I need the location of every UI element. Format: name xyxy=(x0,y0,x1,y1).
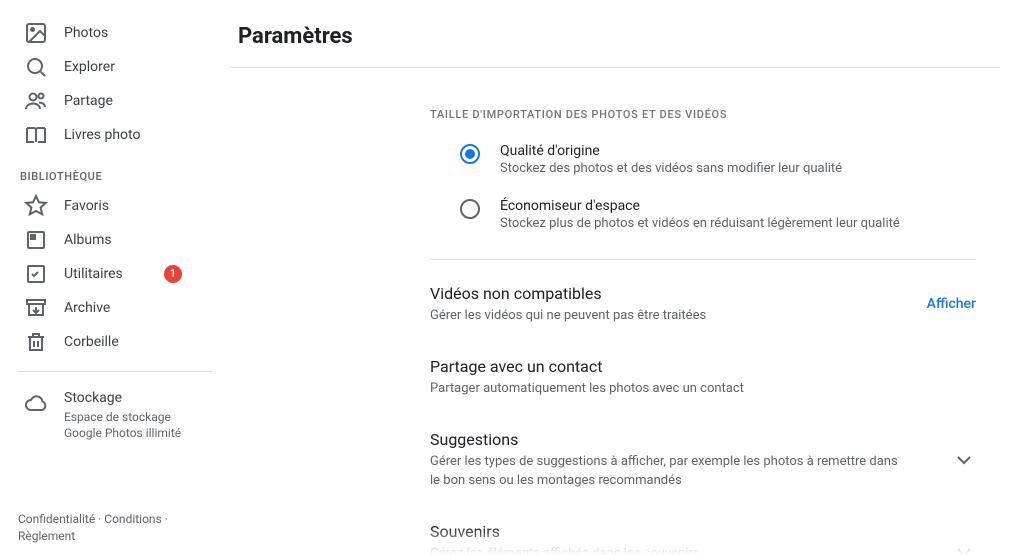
radio-original-quality[interactable]: Qualité d'origine Stockez des photos et … xyxy=(430,143,976,176)
page-title: Paramètres xyxy=(230,0,1000,68)
sidebar-item-photobooks[interactable]: Livres photo xyxy=(0,118,230,152)
storage-line1: Espace de stockage xyxy=(64,410,181,426)
cloud-icon xyxy=(24,392,48,416)
setting-title: Vidéos non compatibles xyxy=(430,284,706,303)
people-icon xyxy=(24,89,48,113)
notification-badge: 1 xyxy=(164,265,182,283)
radio-title: Économiseur d'espace xyxy=(500,198,900,214)
sidebar-item-albums[interactable]: Albums xyxy=(0,223,230,257)
sidebar-item-archive[interactable]: Archive xyxy=(0,291,230,325)
show-button[interactable]: Afficher xyxy=(927,284,976,312)
nav-label: Explorer xyxy=(64,59,115,75)
setting-title: Partage avec un contact xyxy=(430,357,744,376)
sidebar-item-favorites[interactable]: Favoris xyxy=(0,189,230,223)
sidebar-item-trash[interactable]: Corbeille xyxy=(0,325,230,359)
chevron-down-icon xyxy=(952,430,976,476)
star-icon xyxy=(24,194,48,218)
setting-suggestions[interactable]: Suggestions Gérer les types de suggestio… xyxy=(430,426,976,517)
sidebar-item-utilities[interactable]: Utilitaires 1 xyxy=(0,257,230,291)
sidebar-item-storage[interactable]: Stockage Espace de stockage Google Photo… xyxy=(0,390,230,441)
sidebar-item-sharing[interactable]: Partage xyxy=(0,84,230,118)
book-icon xyxy=(24,123,48,147)
radio-desc: Stockez plus de photos et vidéos en rédu… xyxy=(500,216,900,231)
setting-title: Souvenirs xyxy=(430,522,700,541)
radio-title: Qualité d'origine xyxy=(500,143,842,159)
setting-desc: Gérer les types de suggestions à affiche… xyxy=(430,453,900,489)
album-icon xyxy=(24,228,48,252)
setting-title: Suggestions xyxy=(430,430,900,449)
main-content: Paramètres TAILLE D'IMPORTATION DES PHOT… xyxy=(230,0,1024,555)
radio-storage-saver[interactable]: Économiseur d'espace Stockez plus de pho… xyxy=(430,198,976,231)
radio-input-selected[interactable] xyxy=(460,144,480,164)
divider xyxy=(430,259,976,260)
setting-desc: Gérer les vidéos qui ne peuvent pas être… xyxy=(430,307,706,325)
library-heading: BIBLIOTHÈQUE xyxy=(0,152,230,189)
sidebar-divider xyxy=(18,371,212,372)
nav-label: Corbeille xyxy=(64,334,119,350)
nav-primary: Photos Explorer Partage Livres photo xyxy=(0,16,230,152)
footer-privacy-link[interactable]: Confidentialité xyxy=(18,512,95,526)
nav-label: Photos xyxy=(64,25,108,41)
setting-desc: Gérez les éléments affichés dans les sou… xyxy=(430,545,700,555)
chevron-down-icon xyxy=(952,522,976,555)
archive-icon xyxy=(24,296,48,320)
utilities-icon xyxy=(24,262,48,286)
nav-label: Favoris xyxy=(64,198,109,214)
footer-terms-link[interactable]: Conditions xyxy=(104,512,161,526)
upload-size-heading: TAILLE D'IMPORTATION DES PHOTOS ET DES V… xyxy=(430,108,976,121)
nav-label: Utilitaires xyxy=(64,266,123,282)
nav-label: Partage xyxy=(64,93,113,109)
nav-library: Favoris Albums Utilitaires 1 Archive xyxy=(0,189,230,359)
storage-line2: Google Photos illimité xyxy=(64,426,181,442)
trash-icon xyxy=(24,330,48,354)
sidebar-item-explore[interactable]: Explorer xyxy=(0,50,230,84)
settings-content: TAILLE D'IMPORTATION DES PHOTOS ET DES V… xyxy=(230,68,1024,555)
setting-memories[interactable]: Souvenirs Gérez les éléments affichés da… xyxy=(430,518,976,555)
setting-unsupported-videos[interactable]: Vidéos non compatibles Gérer les vidéos … xyxy=(430,280,976,353)
storage-title: Stockage xyxy=(64,390,181,406)
setting-partner-sharing[interactable]: Partage avec un contact Partager automat… xyxy=(430,353,976,426)
sidebar-footer: Confidentialité · Conditions · Règlement xyxy=(18,511,168,545)
sidebar-item-photos[interactable]: Photos xyxy=(0,16,230,50)
sidebar: Photos Explorer Partage Livres photo xyxy=(0,0,230,555)
radio-input-unselected[interactable] xyxy=(460,199,480,219)
footer-policy-link[interactable]: Règlement xyxy=(18,529,75,543)
radio-desc: Stockez des photos et des vidéos sans mo… xyxy=(500,161,842,176)
setting-desc: Partager automatiquement les photos avec… xyxy=(430,380,744,398)
nav-label: Livres photo xyxy=(64,127,140,143)
photo-icon xyxy=(24,21,48,45)
nav-label: Albums xyxy=(64,232,112,248)
search-icon xyxy=(24,55,48,79)
nav-label: Archive xyxy=(64,300,110,316)
